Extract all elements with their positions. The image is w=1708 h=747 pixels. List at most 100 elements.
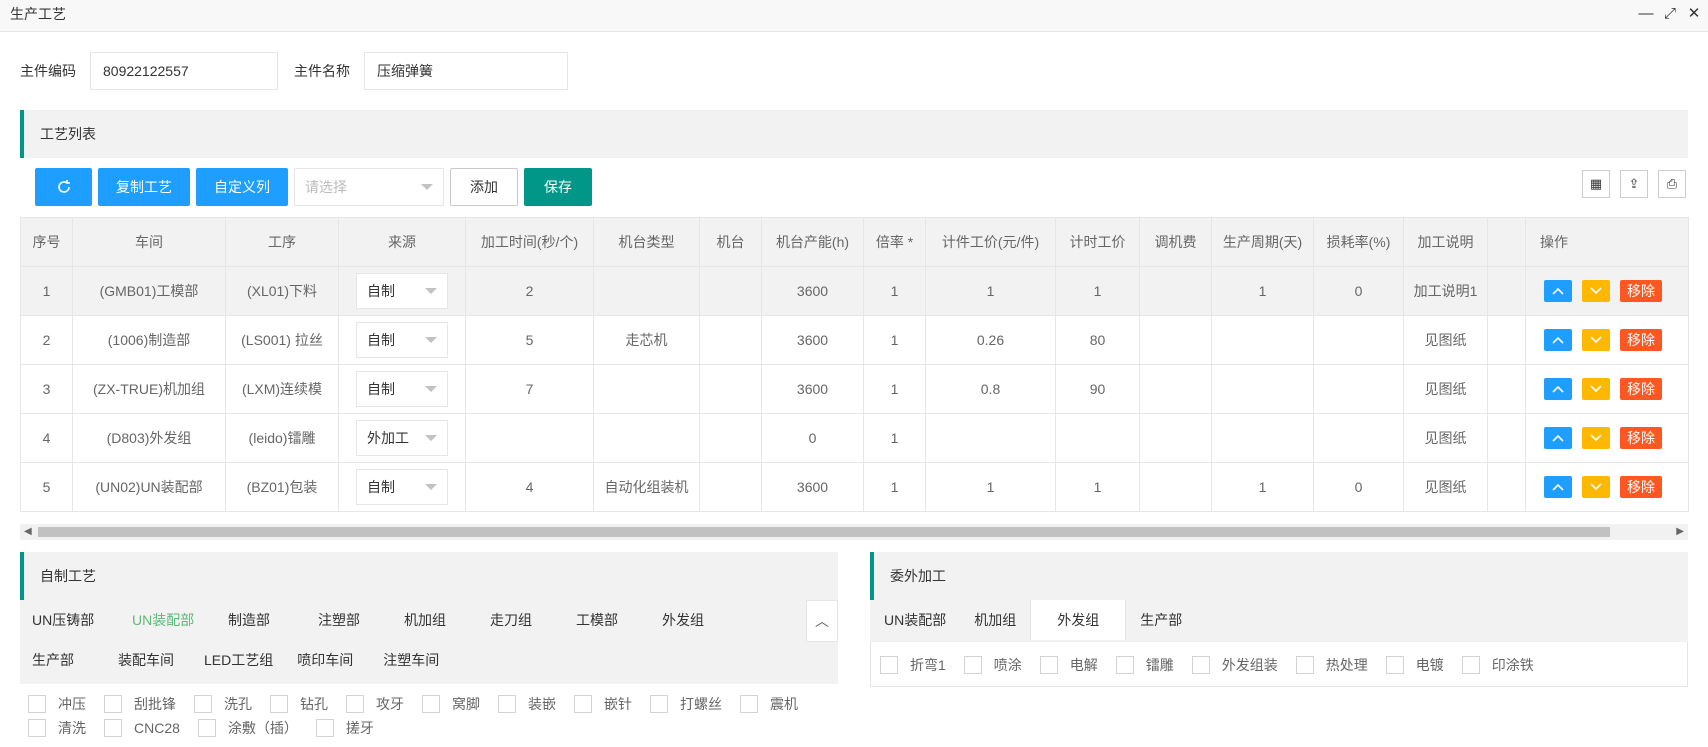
- move-down-button[interactable]: [1582, 476, 1610, 498]
- self-tab[interactable]: 生产部: [20, 640, 106, 680]
- cell-time-price[interactable]: 1: [1055, 462, 1140, 512]
- self-tab[interactable]: 制造部: [216, 600, 306, 640]
- cell-machine-type[interactable]: [593, 364, 700, 414]
- checkbox-icon[interactable]: [1115, 656, 1134, 674]
- self-option-checkbox[interactable]: 攻牙: [346, 692, 404, 716]
- cell-time[interactable]: 7: [465, 364, 594, 414]
- outsource-tab[interactable]: 外发组: [1030, 600, 1127, 640]
- move-up-button[interactable]: [1544, 427, 1572, 449]
- table-horizontal-scrollbar[interactable]: ◀ ▶: [20, 524, 1688, 540]
- print-icon[interactable]: ⎙: [1658, 170, 1686, 198]
- self-tab[interactable]: 注塑部: [306, 600, 392, 640]
- self-tab[interactable]: LED工艺组: [192, 640, 285, 680]
- col-header[interactable]: 机台类型: [593, 217, 700, 267]
- cell-setup-fee[interactable]: [1139, 364, 1212, 414]
- cell-piece-price[interactable]: 0.26: [925, 315, 1056, 365]
- move-up-button[interactable]: [1544, 476, 1572, 498]
- self-tab[interactable]: 装配车间: [106, 640, 192, 680]
- copy-process-button[interactable]: 复制工艺: [98, 168, 190, 206]
- checkbox-icon[interactable]: [104, 719, 122, 737]
- maximize-icon[interactable]: ⤢: [1662, 5, 1678, 21]
- self-option-checkbox[interactable]: CNC28: [104, 716, 180, 740]
- cell-machine[interactable]: [699, 266, 762, 316]
- self-tab[interactable]: UN装配部: [120, 600, 216, 640]
- outsource-option-checkbox[interactable]: 折弯1: [880, 653, 946, 677]
- cell-capacity[interactable]: 3600: [761, 364, 864, 414]
- col-header[interactable]: 来源: [338, 217, 466, 267]
- col-header[interactable]: 序号: [20, 217, 73, 267]
- cell-note[interactable]: 见图纸: [1403, 364, 1488, 414]
- cell-machine[interactable]: [699, 462, 762, 512]
- source-select[interactable]: 外加工: [356, 420, 448, 456]
- cell-capacity[interactable]: 3600: [761, 315, 864, 365]
- source-select[interactable]: 自制: [356, 469, 448, 505]
- cell-no[interactable]: 2: [20, 315, 73, 365]
- source-select[interactable]: 自制: [356, 322, 448, 358]
- cell-loss[interactable]: [1313, 364, 1404, 414]
- scroll-right-icon[interactable]: ▶: [1676, 526, 1684, 537]
- outsource-tab[interactable]: 生产部: [1126, 600, 1196, 640]
- remove-button[interactable]: 移除: [1620, 329, 1662, 351]
- source-select[interactable]: 自制: [356, 371, 448, 407]
- source-select[interactable]: 自制: [356, 273, 448, 309]
- cell-workshop[interactable]: (D803)外发组: [72, 413, 226, 463]
- cell-rate[interactable]: 1: [863, 413, 926, 463]
- col-header[interactable]: 车间: [72, 217, 226, 267]
- checkbox-icon[interactable]: [1191, 656, 1210, 674]
- cell-note[interactable]: 见图纸: [1403, 462, 1488, 512]
- self-option-checkbox[interactable]: 刮批锋: [104, 692, 176, 716]
- checkbox-icon[interactable]: [28, 719, 46, 737]
- cell-time[interactable]: [465, 413, 594, 463]
- cell-workshop[interactable]: (ZX-TRUE)机加组: [72, 364, 226, 414]
- cell-process[interactable]: (XL01)下料: [225, 266, 339, 316]
- self-option-checkbox[interactable]: 洗孔: [194, 692, 252, 716]
- table-row[interactable]: 3 (ZX-TRUE)机加组 (LXM)连续模 自制 7 3600 1 0.8 90 见图纸 移除: [20, 364, 1689, 414]
- checkbox-icon[interactable]: [740, 695, 758, 713]
- cell-note[interactable]: 见图纸: [1403, 413, 1488, 463]
- cell-no[interactable]: 3: [20, 364, 73, 414]
- cell-cycle[interactable]: [1211, 413, 1314, 463]
- cell-machine-type[interactable]: [593, 413, 700, 463]
- close-icon[interactable]: ✕: [1686, 5, 1702, 21]
- table-row[interactable]: 4 (D803)外发组 (leido)镭雕 外加工 0 1 见图纸 移除: [20, 413, 1689, 463]
- remove-button[interactable]: 移除: [1620, 378, 1662, 400]
- cell-time-price[interactable]: 1: [1055, 266, 1140, 316]
- cell-process[interactable]: (BZ01)包装: [225, 462, 339, 512]
- cell-note[interactable]: 见图纸: [1403, 315, 1488, 365]
- cell-rate[interactable]: 1: [863, 315, 926, 365]
- cell-setup-fee[interactable]: [1139, 315, 1212, 365]
- self-option-checkbox[interactable]: 嵌针: [574, 692, 632, 716]
- self-option-checkbox[interactable]: 搓牙: [315, 716, 374, 740]
- cell-cycle[interactable]: 1: [1211, 462, 1314, 512]
- cell-time-price[interactable]: [1055, 413, 1140, 463]
- self-tab[interactable]: 注塑车间: [371, 640, 457, 680]
- self-option-checkbox[interactable]: 装嵌: [498, 692, 556, 716]
- cell-machine[interactable]: [699, 413, 762, 463]
- move-down-button[interactable]: [1582, 280, 1610, 302]
- cell-time[interactable]: 5: [465, 315, 594, 365]
- cell-time[interactable]: 2: [465, 266, 594, 316]
- self-option-checkbox[interactable]: 冲压: [28, 692, 86, 716]
- checkbox-icon[interactable]: [28, 695, 46, 713]
- save-button[interactable]: 保存: [524, 168, 592, 206]
- cell-process[interactable]: (LS001) 拉丝: [225, 315, 339, 365]
- col-header[interactable]: 机台产能(h): [761, 217, 864, 267]
- cell-piece-price[interactable]: 1: [925, 462, 1056, 512]
- columns-icon[interactable]: ▦: [1582, 170, 1610, 198]
- self-option-checkbox[interactable]: 窝脚: [422, 692, 480, 716]
- cell-capacity[interactable]: 3600: [761, 266, 864, 316]
- outsource-option-checkbox[interactable]: 电镀: [1385, 653, 1444, 677]
- remove-button[interactable]: 移除: [1620, 427, 1662, 449]
- cell-loss[interactable]: 0: [1313, 462, 1404, 512]
- checkbox-icon[interactable]: [270, 695, 288, 713]
- checkbox-icon[interactable]: [422, 695, 440, 713]
- cell-loss[interactable]: [1313, 413, 1404, 463]
- cell-piece-price[interactable]: 1: [925, 266, 1056, 316]
- checkbox-icon[interactable]: [1039, 656, 1058, 674]
- self-tab[interactable]: UN压铸部: [20, 600, 120, 640]
- move-down-button[interactable]: [1582, 378, 1610, 400]
- outsource-option-checkbox[interactable]: 热处理: [1295, 653, 1368, 677]
- col-header[interactable]: 加工时间(秒/个): [465, 217, 594, 267]
- cell-machine[interactable]: [699, 315, 762, 365]
- checkbox-icon[interactable]: [104, 695, 122, 713]
